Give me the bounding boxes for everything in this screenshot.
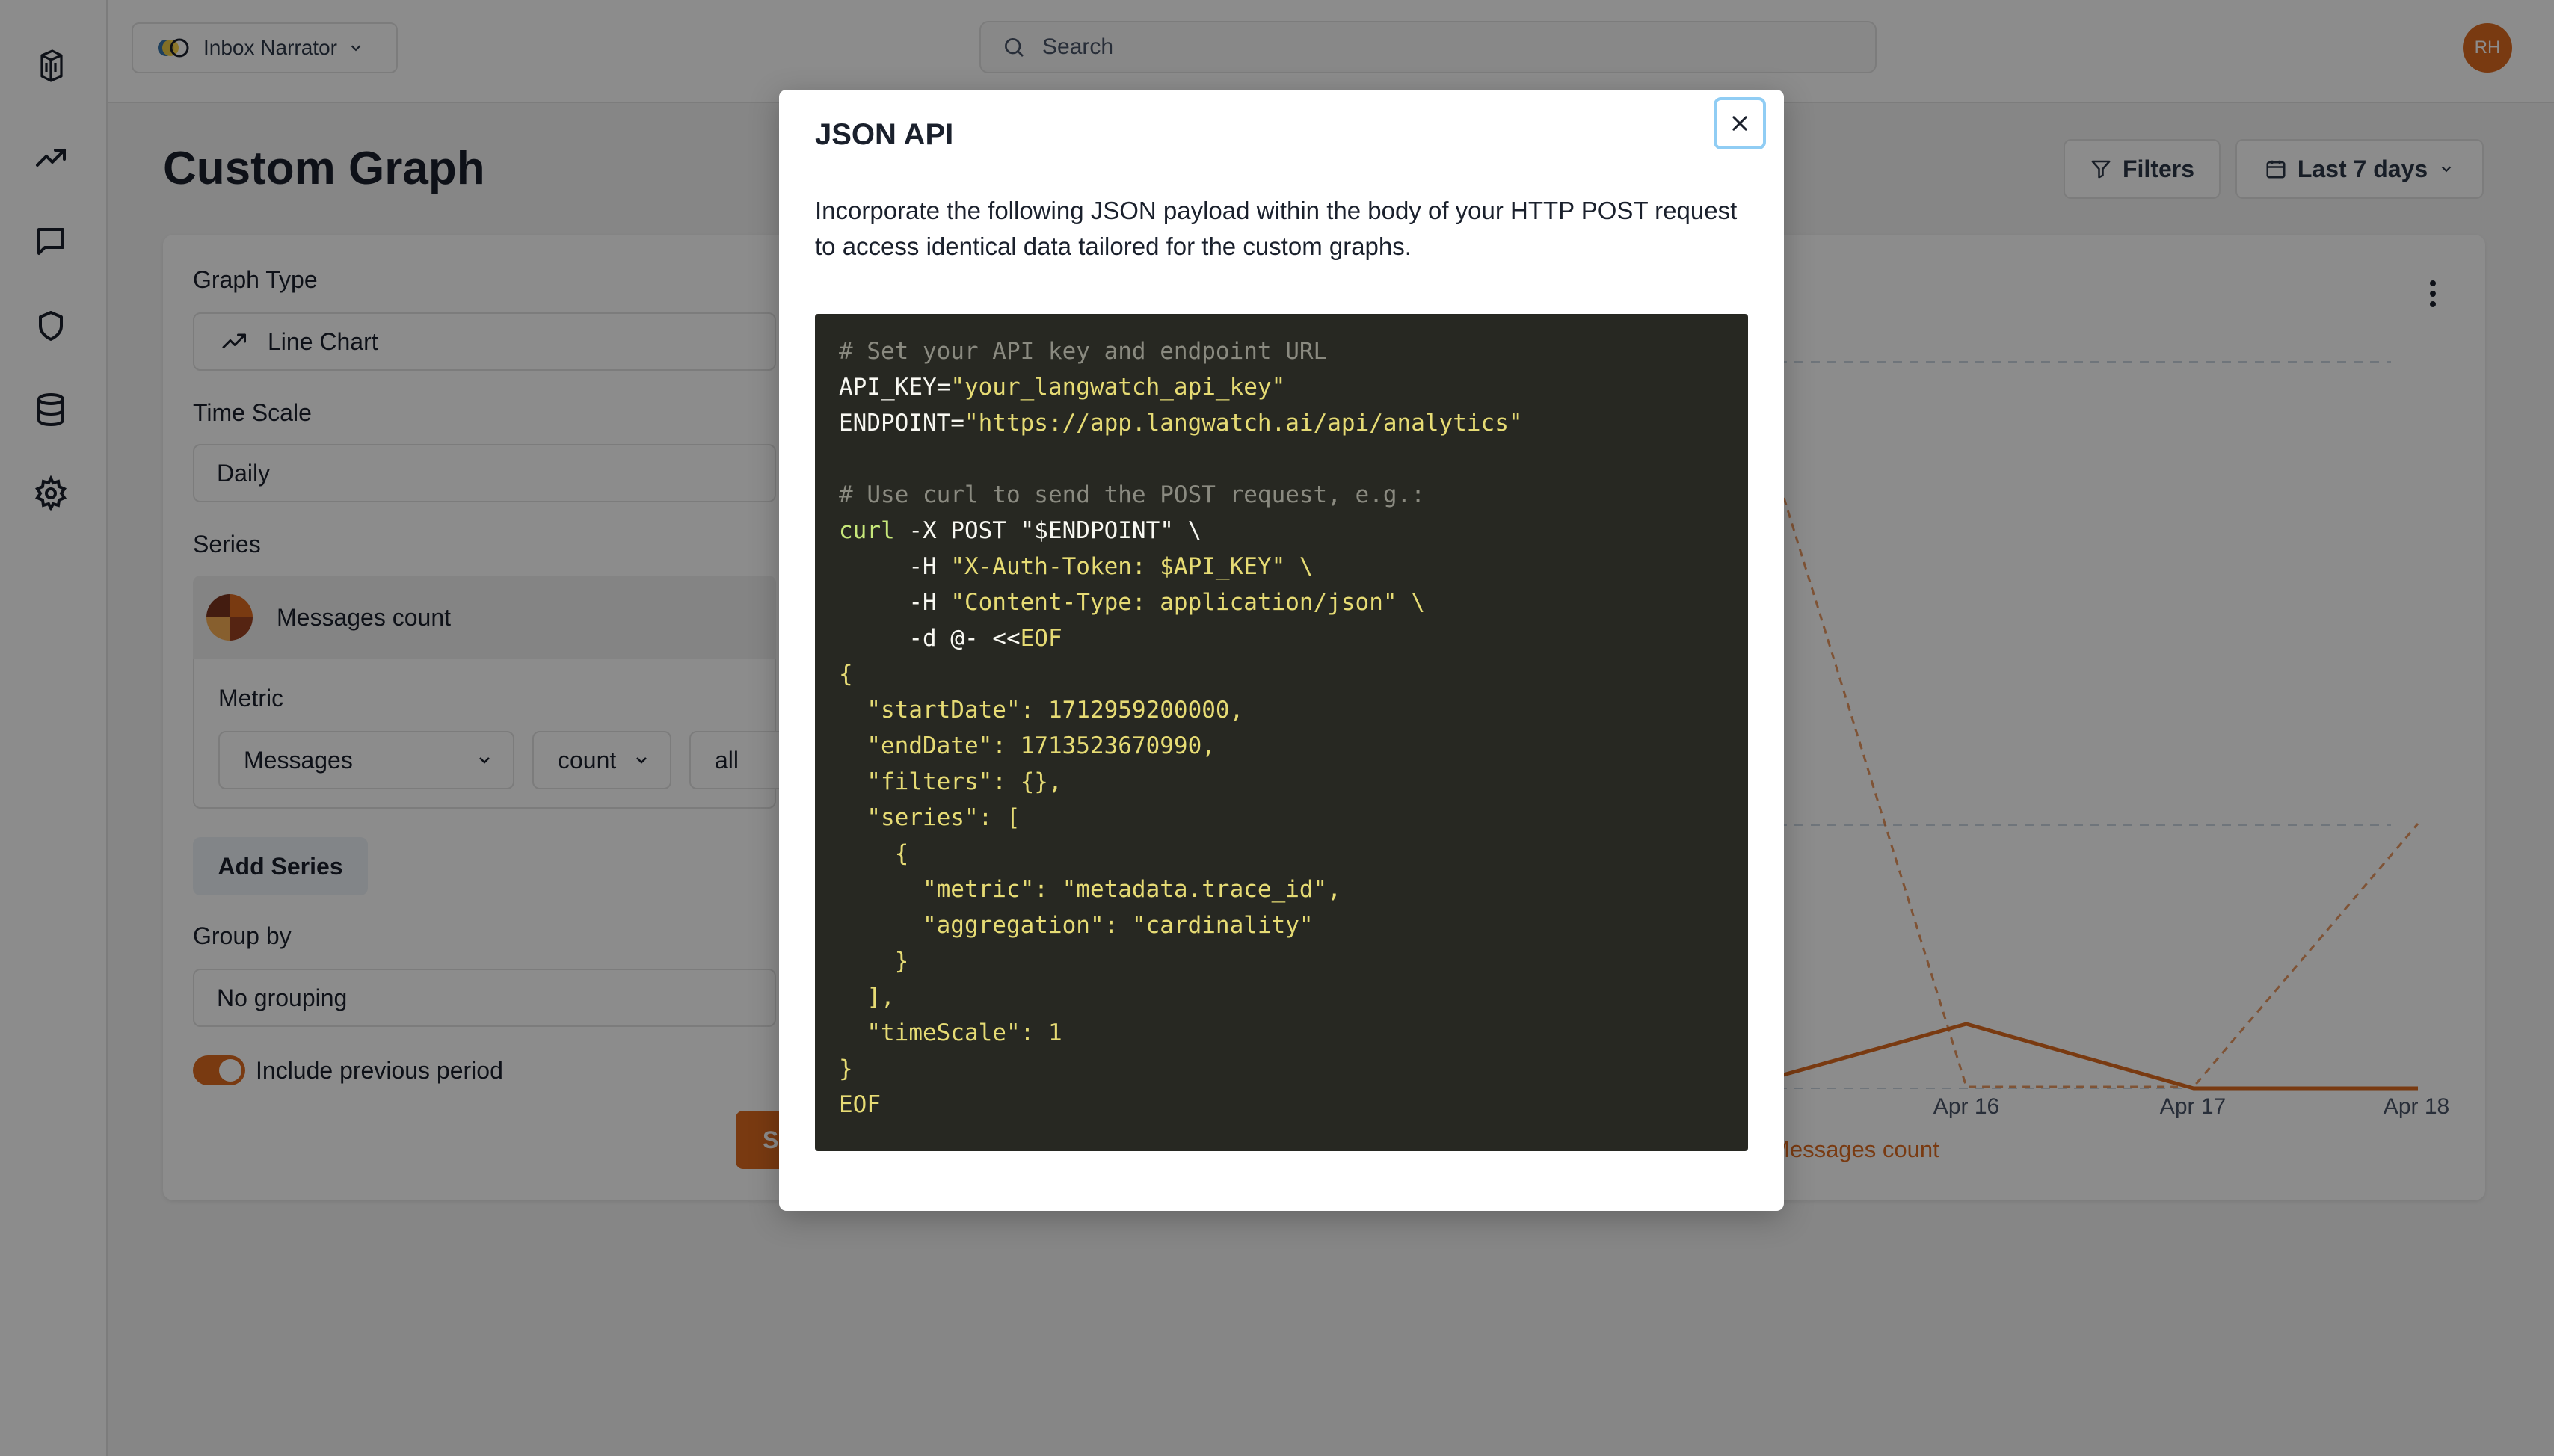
code-string: "timeScale": 1 [839,1019,1062,1046]
code-string: "X-Auth-Token: $API_KEY" \ [950,553,1314,580]
code-comment: # Set your API key and endpoint URL [839,338,1328,365]
code-string: "aggregation": "cardinality" [839,912,1314,939]
code-token: -H [839,553,951,580]
code-string: ], [839,984,895,1011]
code-string: "series": [ [839,804,1021,831]
code-string: "endDate": 1713523670990, [839,732,1216,759]
code-string: } [839,1055,853,1082]
code-string: EOF [1020,625,1062,652]
code-string: "your_langwatch_api_key" [950,374,1286,401]
code-comment: # Use curl to send the POST request, e.g… [839,481,1425,508]
code-string: { [839,661,853,688]
code-string: { [839,840,909,867]
code-token: -H [839,589,951,616]
modal-description: Incorporate the following JSON payload w… [815,197,1738,260]
modal-title: JSON API [815,118,954,151]
code-string: "https://app.langwatch.ai/api/analytics" [964,410,1523,437]
close-icon [1732,116,1747,131]
code-string: "filters": {}, [839,768,1062,795]
code-block[interactable]: # Set your API key and endpoint URL API_… [815,314,1748,1151]
code-string: EOF [839,1091,881,1118]
code-string: "Content-Type: application/json" \ [950,589,1425,616]
code-keyword: curl [839,517,895,544]
code-string: "metric": "metadata.trace_id", [839,876,1341,903]
json-api-modal: JSON API Incorporate the following JSON … [779,90,1784,1211]
code-token: API_KEY= [839,374,951,401]
code-string: } [839,948,909,975]
code-token: -X POST "$ENDPOINT" \ [894,517,1202,544]
code-token: ENDPOINT= [839,410,964,437]
close-button[interactable] [1714,97,1766,149]
code-token: -d @- << [839,625,1021,652]
code-string: "startDate": 1712959200000, [839,697,1244,724]
